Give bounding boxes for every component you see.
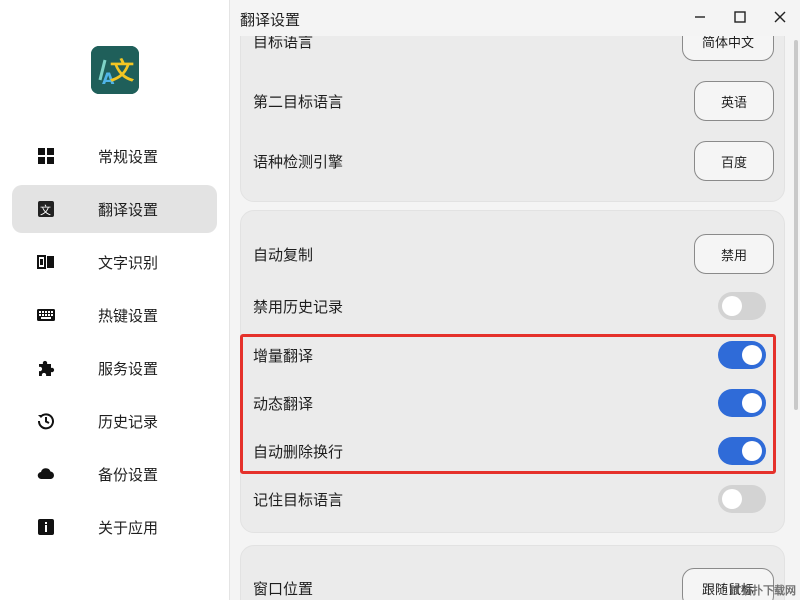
info-icon <box>37 518 55 536</box>
keyboard-icon <box>37 306 55 324</box>
settings-content[interactable]: 目标语言 简体中文 第二目标语言 英语 语种检测引擎 百度 自动复制 禁用 禁用… <box>230 0 800 600</box>
sidebar-item-service[interactable]: 服务设置 <box>12 344 217 392</box>
sidebar-item-hotkey[interactable]: 热键设置 <box>12 291 217 339</box>
scrollbar[interactable] <box>794 40 798 410</box>
sidebar-item-backup[interactable]: 备份设置 <box>12 450 217 498</box>
svg-text:文: 文 <box>110 57 135 85</box>
app-window: A 文 常规设置 文 翻译设置 文字识别 热键设置 服务设置 历史记录 备份设置… <box>0 0 800 600</box>
translate-logo-icon: A 文 <box>91 46 139 94</box>
detect-engine-label: 语种检测引擎 <box>253 153 344 171</box>
sidebar-item-label: 翻译设置 <box>98 200 159 219</box>
auto-copy-select[interactable]: 禁用 <box>694 234 774 274</box>
disable-history-toggle[interactable] <box>718 292 766 320</box>
incremental-translate-row: 增量翻译 <box>241 335 786 375</box>
grid-icon <box>37 147 55 165</box>
remember-target-language-label: 记住目标语言 <box>253 491 344 509</box>
cloud-icon <box>37 465 55 483</box>
window-position-label: 窗口位置 <box>253 580 314 598</box>
svg-text:文: 文 <box>40 203 51 217</box>
sidebar-item-label: 历史记录 <box>98 412 159 431</box>
sidebar-item-ocr[interactable]: 文字识别 <box>12 238 217 286</box>
second-target-language-label: 第二目标语言 <box>253 93 344 111</box>
puzzle-icon <box>37 359 55 377</box>
auto-copy-label: 自动复制 <box>253 246 314 264</box>
sidebar-item-general[interactable]: 常规设置 <box>12 132 217 180</box>
sidebar-item-label: 文字识别 <box>98 253 159 272</box>
toggle-knob <box>722 296 742 316</box>
minimize-button[interactable] <box>686 4 714 32</box>
close-button[interactable] <box>766 4 794 32</box>
detect-engine-row: 语种检测引擎 百度 <box>241 141 786 181</box>
sidebar-item-label: 服务设置 <box>98 359 159 378</box>
history-icon <box>37 412 55 430</box>
dynamic-translate-row: 动态翻译 <box>241 383 786 423</box>
translate-icon: 文 <box>37 200 55 218</box>
dynamic-translate-toggle[interactable] <box>718 389 766 417</box>
toggle-knob <box>742 345 762 365</box>
auto-remove-newline-label: 自动删除换行 <box>253 443 344 461</box>
window-position-row: 窗口位置 跟随鼠标 <box>241 568 786 600</box>
watermark: IT猫扑下载网 <box>729 584 796 597</box>
maximize-button[interactable] <box>726 4 754 32</box>
incremental-translate-toggle[interactable] <box>718 341 766 369</box>
sidebar: A 文 常规设置 文 翻译设置 文字识别 热键设置 服务设置 历史记录 备份设置… <box>0 0 230 600</box>
behavior-settings-card: 自动复制 禁用 禁用历史记录 增量翻译 动态翻译 自动删除换行 记住目标语言 <box>240 210 785 533</box>
sidebar-item-about[interactable]: 关于应用 <box>12 503 217 551</box>
auto-copy-row: 自动复制 禁用 <box>241 234 786 274</box>
toggle-knob <box>722 489 742 509</box>
window-title: 翻译设置 <box>240 11 301 29</box>
title-bar[interactable]: 翻译设置 <box>230 0 800 36</box>
maximize-icon <box>733 9 747 28</box>
detect-engine-select[interactable]: 百度 <box>694 141 774 181</box>
sidebar-item-label: 常规设置 <box>98 147 159 166</box>
sidebar-item-label: 关于应用 <box>98 518 159 537</box>
sidebar-item-history[interactable]: 历史记录 <box>12 397 217 445</box>
toggle-knob <box>742 441 762 461</box>
second-target-language-select[interactable]: 英语 <box>694 81 774 121</box>
minimize-icon <box>693 9 707 28</box>
sidebar-item-translate[interactable]: 文 翻译设置 <box>12 185 217 233</box>
sidebar-item-label: 热键设置 <box>98 306 159 325</box>
sidebar-item-label: 备份设置 <box>98 465 159 484</box>
ocr-icon <box>37 253 55 271</box>
close-icon <box>773 9 787 28</box>
remember-target-language-toggle[interactable] <box>718 485 766 513</box>
remember-target-language-row: 记住目标语言 <box>241 479 786 519</box>
disable-history-label: 禁用历史记录 <box>253 298 344 316</box>
auto-remove-newline-toggle[interactable] <box>718 437 766 465</box>
second-target-language-row: 第二目标语言 英语 <box>241 81 786 121</box>
auto-remove-newline-row: 自动删除换行 <box>241 431 786 471</box>
dynamic-translate-label: 动态翻译 <box>253 395 314 413</box>
incremental-translate-label: 增量翻译 <box>253 347 314 365</box>
disable-history-row: 禁用历史记录 <box>241 286 786 326</box>
sidebar-nav: 常规设置 文 翻译设置 文字识别 热键设置 服务设置 历史记录 备份设置 关于应… <box>12 132 217 556</box>
toggle-knob <box>742 393 762 413</box>
window-settings-card: 窗口位置 跟随鼠标 <box>240 545 785 600</box>
